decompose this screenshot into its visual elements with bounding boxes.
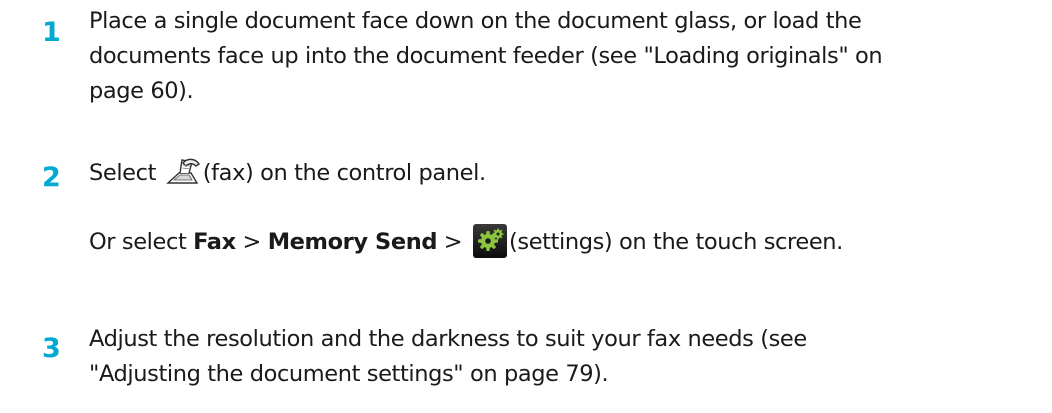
step-text-line: documents face up into the document feed… <box>89 43 883 69</box>
step-text: Adjust the resolution and the darkness t… <box>89 322 1039 392</box>
menu-path-separator: > <box>443 229 463 255</box>
menu-path-fax: Fax <box>193 229 236 255</box>
step-number: 2 <box>42 162 61 193</box>
step-text-segment: (settings) on the touch screen. <box>509 229 843 255</box>
step-text-segment: Or select <box>89 229 187 255</box>
gear-icon <box>473 223 508 258</box>
fax-icon <box>165 156 203 188</box>
step-text-segment: (fax) on the control panel. <box>202 160 486 186</box>
step-text: Select (fax) on the control panel. <box>89 156 1039 191</box>
step-text-segment: Select <box>89 160 157 186</box>
step-text-line: Adjust the resolution and the darkness t… <box>89 326 807 352</box>
step-text: Place a single document face down on the… <box>89 4 1039 109</box>
step-text-line: Place a single document face down on the… <box>89 8 862 34</box>
step-text-line: "Adjusting the document settings" on pag… <box>89 361 609 387</box>
menu-path-memory-send: Memory Send <box>267 229 438 255</box>
step-text: Or select Fax > Memory Send > (settings)… <box>89 223 1039 260</box>
step-text-line: page 60). <box>89 78 194 104</box>
step-number: 3 <box>42 333 61 364</box>
menu-path-separator: > <box>242 229 261 255</box>
step-number: 1 <box>42 17 61 48</box>
